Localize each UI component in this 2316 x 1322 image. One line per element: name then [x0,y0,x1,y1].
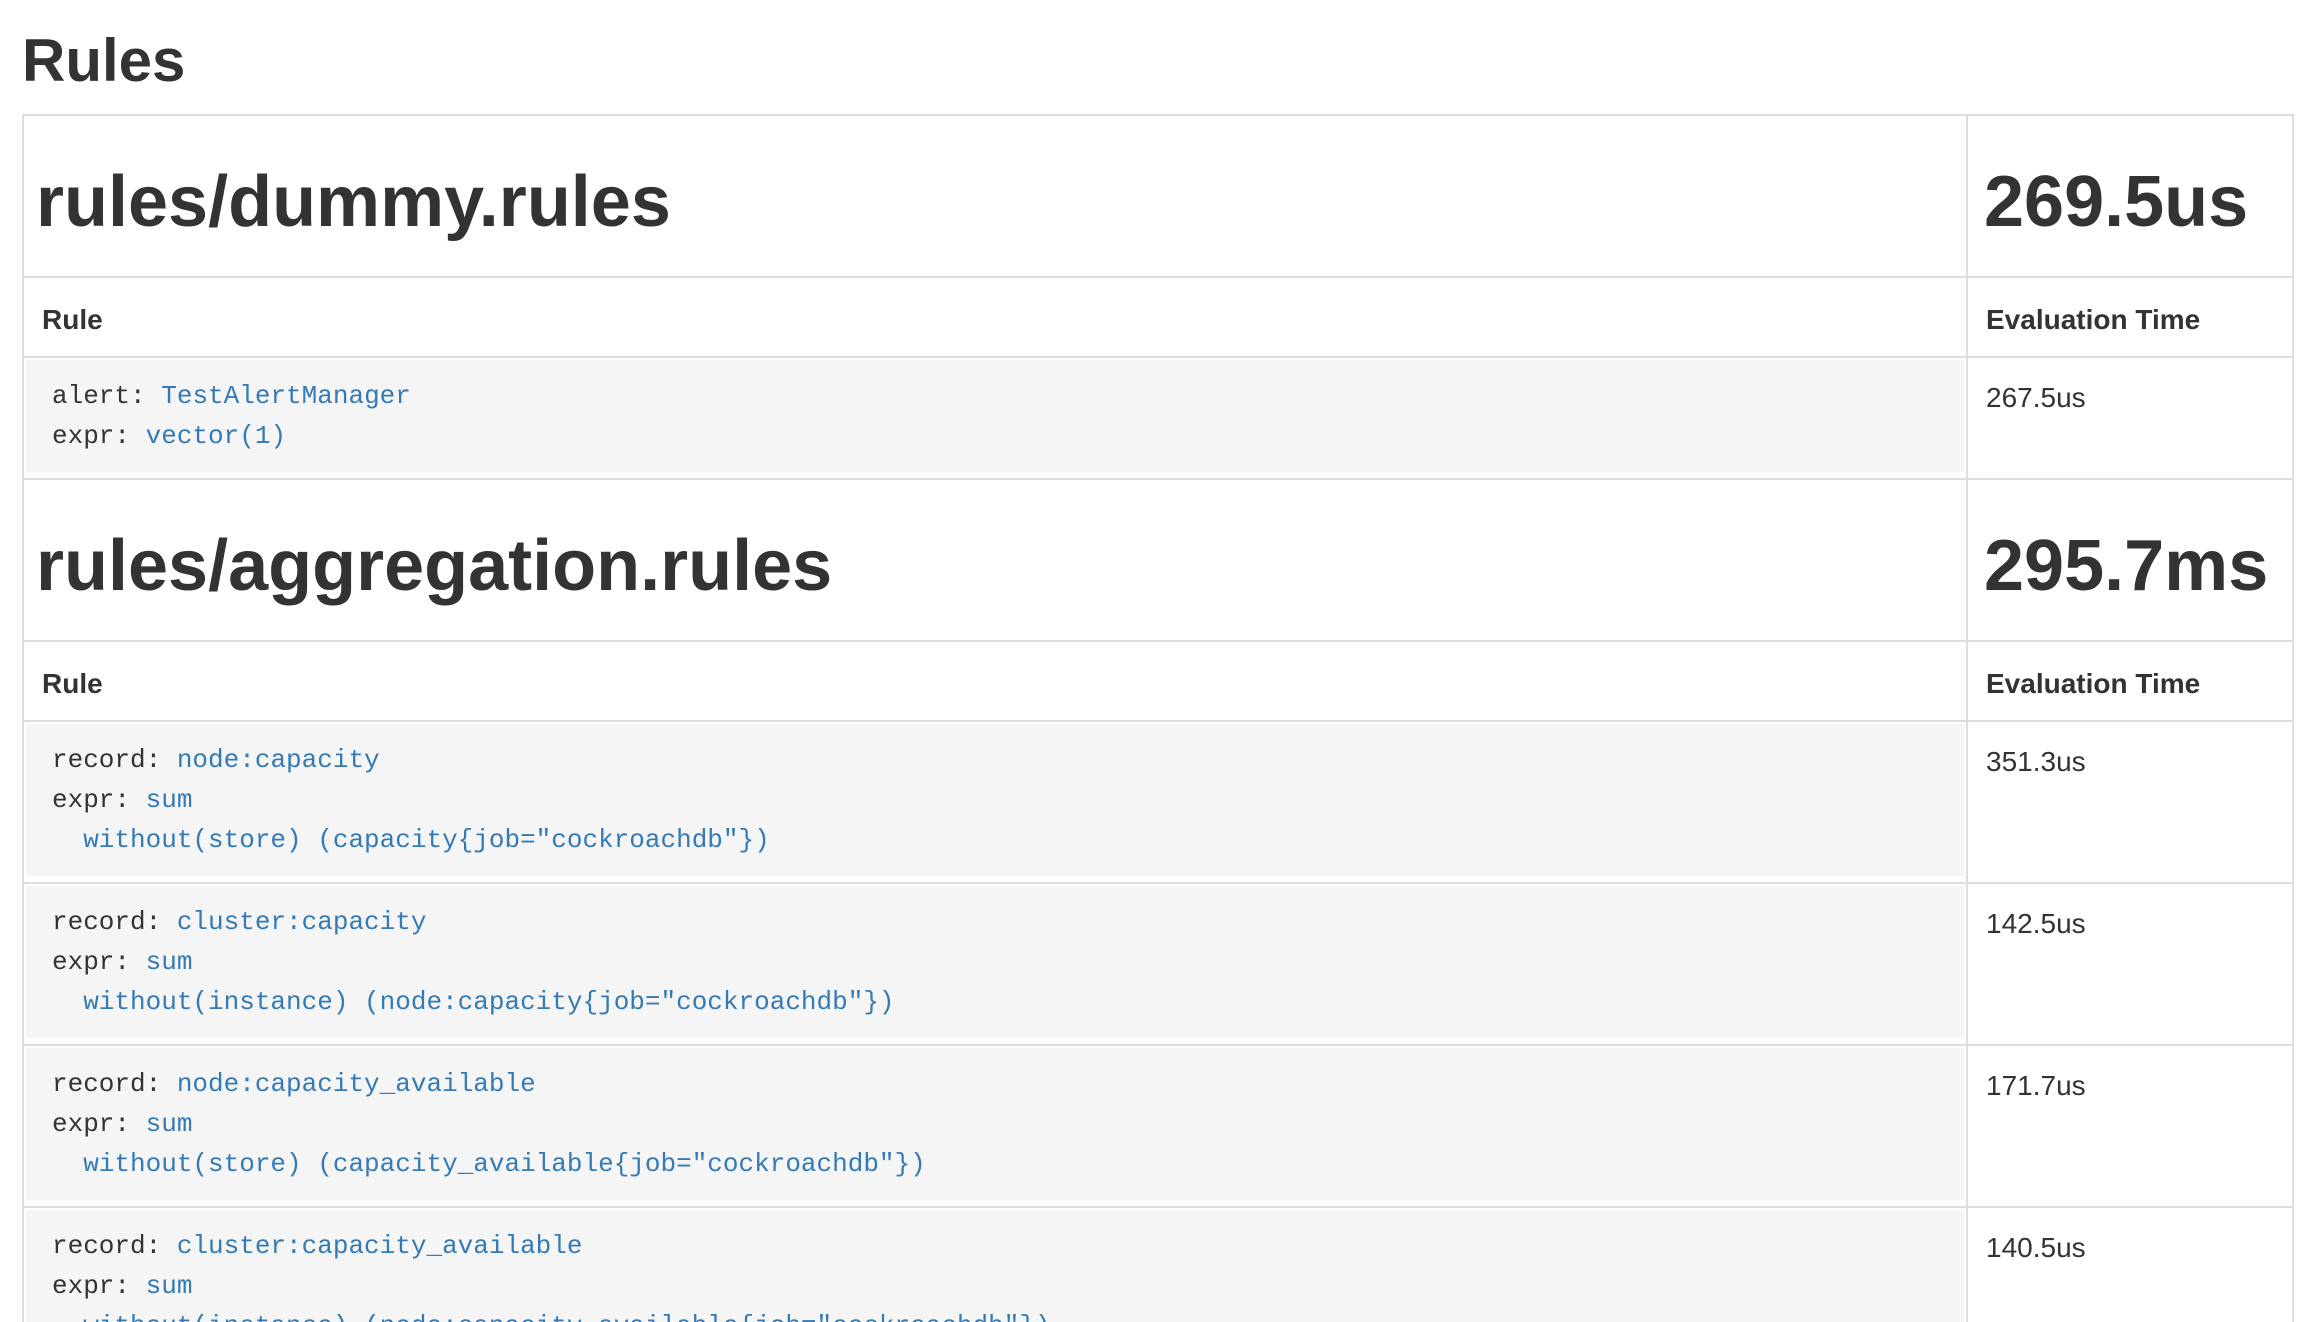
rule-group-file: rules/aggregation.rules [36,528,1950,606]
rule-definition-cell: record: node:capacity expr: sum without(… [23,721,1967,883]
page-title: Rules [22,28,2294,94]
expr-keyword: expr: [52,1271,130,1301]
column-header-rule: Rule [23,641,1967,721]
expr-keyword: expr: [52,1109,130,1139]
record-keyword: record: [52,1069,161,1099]
rule-eval-time: 267.5us [1967,357,2293,479]
expr-keyword: expr: [52,947,130,977]
rule-row: record: cluster:capacity expr: sum witho… [23,883,2293,1045]
rule-code: record: node:capacity_available expr: su… [26,1048,1964,1200]
rule-eval-time: 171.7us [1967,1045,2293,1207]
record-keyword: record: [52,907,161,937]
expr-keyword: expr: [52,785,130,815]
expr-link[interactable]: sum without(instance) (node:capacity_ava… [52,1271,1051,1322]
record-name-link[interactable]: cluster:capacity_available [177,1231,583,1261]
rule-definition-cell: record: cluster:capacity expr: sum witho… [23,883,1967,1045]
column-header-row: Rule Evaluation Time [23,277,2293,357]
alert-keyword: alert: [52,381,146,411]
expr-link[interactable]: sum without(store) (capacity{job="cockro… [52,785,770,855]
record-keyword: record: [52,745,161,775]
expr-keyword: expr: [52,421,130,451]
column-header-eval-time: Evaluation Time [1967,277,2293,357]
column-header-eval-time: Evaluation Time [1967,641,2293,721]
rule-group-header-row: rules/aggregation.rules 295.7ms [23,479,2293,641]
rule-row: record: node:capacity expr: sum without(… [23,721,2293,883]
rule-definition-cell: record: node:capacity_available expr: su… [23,1045,1967,1207]
record-name-link[interactable]: node:capacity_available [177,1069,536,1099]
rule-group-file-cell: rules/aggregation.rules [23,479,1967,641]
rule-group-eval-time-cell: 269.5us [1967,115,2293,277]
rule-code: alert: TestAlertManager expr: vector(1) [26,360,1964,472]
rule-row: alert: TestAlertManager expr: vector(1) … [23,357,2293,479]
expr-link[interactable]: sum without(store) (capacity_available{j… [52,1109,926,1179]
rule-row: record: cluster:capacity_available expr:… [23,1207,2293,1322]
rule-eval-time: 351.3us [1967,721,2293,883]
record-name-link[interactable]: cluster:capacity [177,907,427,937]
rule-row: record: node:capacity_available expr: su… [23,1045,2293,1207]
column-header-row: Rule Evaluation Time [23,641,2293,721]
expr-link[interactable]: vector(1) [146,421,286,451]
rule-group-file: rules/dummy.rules [36,164,1950,242]
alert-name-link[interactable]: TestAlertManager [161,381,411,411]
rule-code: record: cluster:capacity_available expr:… [26,1210,1964,1322]
rule-definition-cell: record: cluster:capacity_available expr:… [23,1207,1967,1322]
rule-eval-time: 140.5us [1967,1207,2293,1322]
rule-group-eval-time: 295.7ms [1984,528,2276,606]
rule-group-header-row: rules/dummy.rules 269.5us [23,115,2293,277]
rules-table: rules/dummy.rules 269.5us Rule Evaluatio… [22,114,2294,1322]
rule-group-eval-time: 269.5us [1984,164,2276,242]
record-keyword: record: [52,1231,161,1261]
record-name-link[interactable]: node:capacity [177,745,380,775]
rule-definition-cell: alert: TestAlertManager expr: vector(1) [23,357,1967,479]
column-header-rule: Rule [23,277,1967,357]
rule-group-file-cell: rules/dummy.rules [23,115,1967,277]
rule-code: record: node:capacity expr: sum without(… [26,724,1964,876]
rule-eval-time: 142.5us [1967,883,2293,1045]
rule-code: record: cluster:capacity expr: sum witho… [26,886,1964,1038]
rule-group-eval-time-cell: 295.7ms [1967,479,2293,641]
expr-link[interactable]: sum without(instance) (node:capacity{job… [52,947,895,1017]
